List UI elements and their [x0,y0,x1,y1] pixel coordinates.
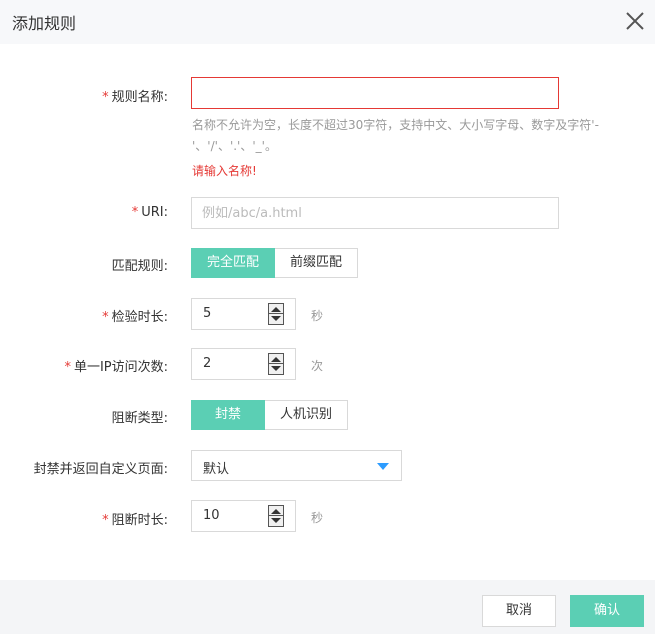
match-rule-toggle: 完全匹配 前缀匹配 [191,248,358,278]
close-button[interactable] [622,8,648,34]
dialog-title: 添加规则 [12,14,77,33]
spinner-arrows-icon[interactable] [268,505,284,527]
block-duration-label: * 阻断时长: [102,513,168,528]
dialog-footer: 取消 确认 [0,580,655,634]
match-rule-label: 匹配规则: [111,259,168,274]
single-ip-visits-stepper[interactable]: 2 [191,348,296,380]
block-duration-value[interactable]: 10 [203,508,220,523]
single-ip-visits-value[interactable]: 2 [203,356,211,371]
chevron-down-icon [377,463,389,470]
block-type-toggle: 封禁 人机识别 [191,400,348,430]
custom-page-select[interactable]: 默认 [191,450,402,481]
custom-page-value: 默认 [203,462,230,477]
block-duration-stepper[interactable]: 10 [191,500,296,532]
uri-label: * URI: [131,205,168,220]
close-icon [626,12,644,30]
dialog-body: * 规则名称: 名称不允许为空，长度不超过30字符，支持中文、大小写字母、数字及字… [0,44,655,580]
confirm-button[interactable]: 确认 [570,595,644,627]
block-captcha-button[interactable]: 人机识别 [265,400,348,430]
single-ip-visits-label: * 单一IP访问次数: [64,360,168,375]
rule-name-error: 请输入名称! [192,164,257,178]
block-duration-unit: 秒 [311,511,324,525]
custom-page-label: 封禁并返回自定义页面: [33,462,168,477]
cancel-button[interactable]: 取消 [482,595,556,627]
block-type-label: 阻断类型: [111,411,168,426]
add-rule-dialog: 添加规则 * 规则名称: 名称不允许为空，长度不超过30字符，支持中文、大小写字母… [0,0,655,634]
rule-name-input[interactable] [191,77,559,109]
spinner-arrows-icon[interactable] [268,303,284,325]
dialog-header: 添加规则 [0,0,655,44]
match-exact-button[interactable]: 完全匹配 [191,248,275,278]
match-prefix-button[interactable]: 前缀匹配 [275,248,358,278]
rule-name-hint: 名称不允许为空，长度不超过30字符，支持中文、大小写字母、数字及字符'-'、'/… [192,118,599,153]
rule-name-label: * 规则名称: [102,90,168,105]
check-duration-label: * 检验时长: [102,310,168,325]
check-duration-value[interactable]: 5 [203,306,211,321]
block-ban-button[interactable]: 封禁 [191,400,265,430]
required-mark: * [102,90,109,105]
check-duration-stepper[interactable]: 5 [191,298,296,330]
single-ip-visits-unit: 次 [311,359,324,373]
check-duration-unit: 秒 [311,309,324,323]
spinner-arrows-icon[interactable] [268,353,284,375]
uri-input[interactable] [191,197,559,229]
